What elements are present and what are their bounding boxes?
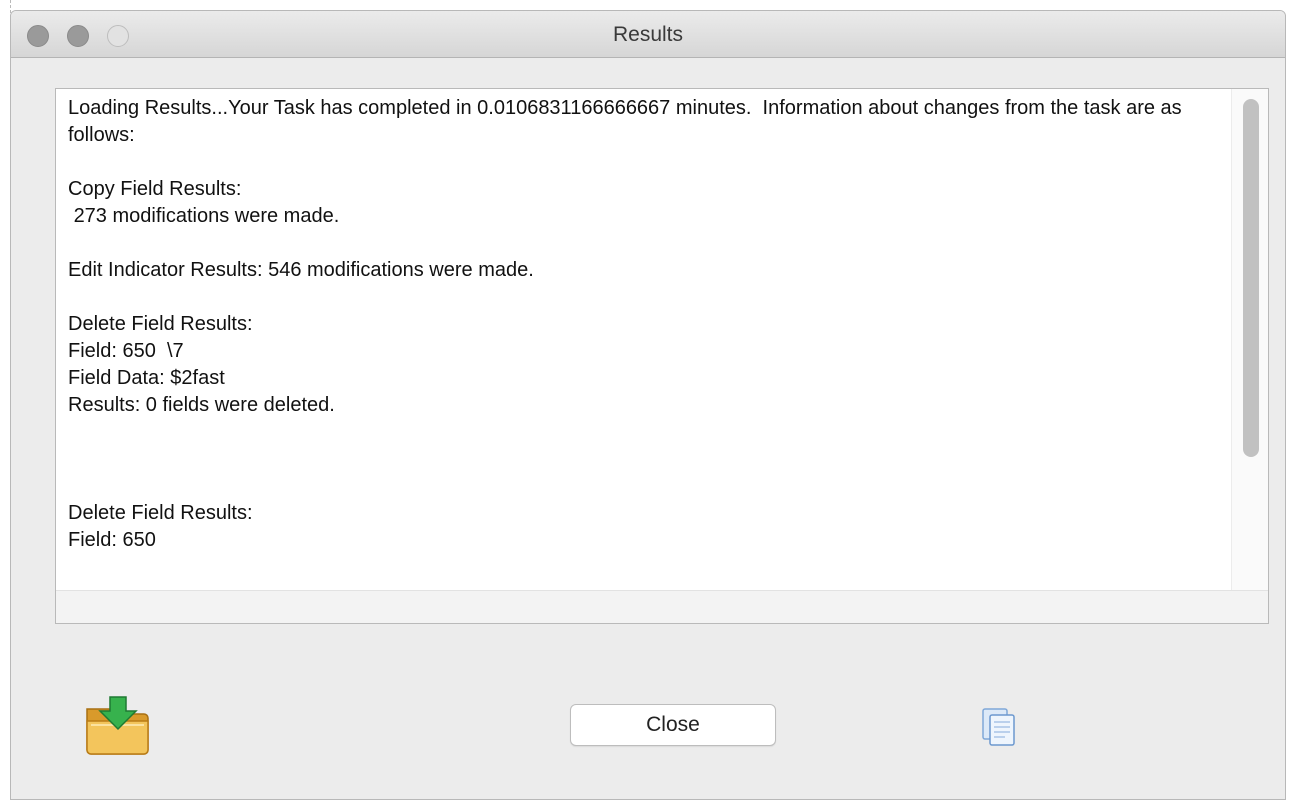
folder-download-icon (86, 696, 149, 755)
scrollbar-thumb[interactable] (1243, 99, 1259, 457)
copy-document-icon (982, 708, 1015, 746)
vertical-scrollbar[interactable] (1231, 89, 1268, 591)
copy-results-button[interactable] (977, 705, 1021, 749)
window-title: Results (612, 23, 684, 46)
close-button[interactable]: Close (570, 704, 776, 746)
horizontal-scroll-area (56, 590, 1268, 623)
title-bar: Results (11, 11, 1285, 58)
results-text-area[interactable]: Loading Results...Your Task has complete… (55, 88, 1269, 624)
results-window: Results Loading Results...Your Task has … (10, 10, 1286, 800)
results-text: Loading Results...Your Task has complete… (68, 97, 1182, 551)
save-results-button[interactable] (83, 695, 155, 757)
